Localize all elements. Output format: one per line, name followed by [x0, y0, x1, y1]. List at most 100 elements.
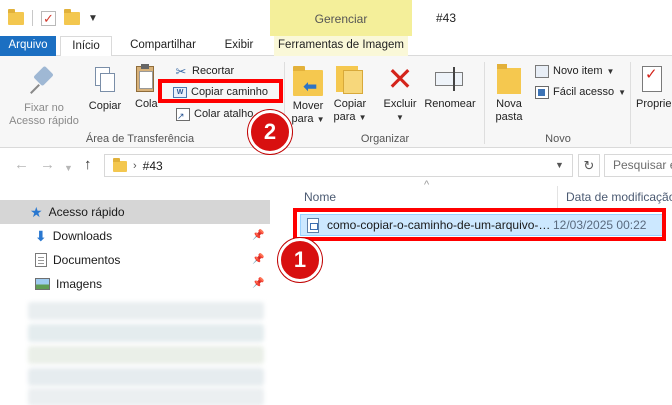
paste-shortcut-button[interactable]: Colar atalho	[176, 106, 254, 125]
chevron-down-icon: ▼	[606, 67, 615, 76]
pin-quick-access-button[interactable]: Fixar no Acesso rápido	[6, 66, 82, 128]
copy-to-icon	[336, 64, 364, 96]
star-icon: ★	[30, 204, 43, 220]
address-input[interactable]: › #43	[104, 154, 573, 177]
address-bar: ← → ▼ ↑ › #43 ▼ ↻ Pesquisar em	[0, 148, 672, 184]
blurred-nav-item	[28, 302, 264, 320]
new-folder-icon	[495, 62, 523, 96]
address-dropdown-icon[interactable]: ▼	[555, 160, 564, 170]
blurred-nav-item	[28, 346, 264, 364]
divider[interactable]	[557, 186, 558, 208]
new-item-icon	[535, 65, 549, 78]
move-to-label-line1: Mover	[292, 100, 324, 112]
paste-icon	[134, 64, 156, 94]
copy-button[interactable]: Copiar	[86, 66, 124, 113]
new-item-button[interactable]: Novo item ▼	[535, 63, 614, 80]
new-group-label: Novo	[545, 133, 571, 145]
delete-label: Excluir	[383, 98, 417, 110]
refresh-icon[interactable]: ↻	[578, 154, 600, 177]
title-bar: ✓ ▼ Gerenciar #43	[0, 0, 672, 36]
properties-check-icon[interactable]: ✓	[41, 10, 56, 26]
folder-icon	[8, 8, 24, 25]
paste-label: Cola	[135, 98, 158, 110]
delete-x-icon: ✕	[386, 61, 414, 97]
chevron-down-icon: ▼	[358, 113, 367, 122]
chevron-down-icon: ▼	[618, 88, 627, 97]
new-item-label: Novo item	[553, 65, 603, 77]
delete-button[interactable]: ✕ Excluir ▼	[380, 61, 420, 124]
nav-item-downloads[interactable]: ⬇ Downloads	[35, 226, 112, 246]
divider	[484, 62, 485, 144]
address-path: #43	[142, 158, 163, 173]
step-badge-1: 1	[278, 238, 322, 282]
copy-to-button[interactable]: Copiar para ▼	[330, 64, 370, 124]
rename-icon	[433, 64, 467, 94]
easy-access-icon	[535, 86, 549, 99]
easy-access-label: Fácil acesso	[553, 86, 615, 98]
column-header-date[interactable]: Data de modificação	[566, 184, 672, 210]
navigation-pane: ★ Acesso rápido ⬇ Downloads 📌 Documentos…	[0, 184, 270, 405]
blurred-nav-item	[28, 324, 264, 342]
new-folder-icon[interactable]	[64, 8, 80, 25]
move-to-label-line2: para	[291, 113, 314, 125]
pin-icon: 📌	[252, 230, 265, 241]
sort-ascending-icon: ^	[424, 179, 430, 191]
copy-to-label-line1: Copiar	[333, 98, 367, 110]
easy-access-button[interactable]: Fácil acesso ▼	[535, 84, 626, 101]
documents-icon	[35, 253, 47, 267]
pin-label-line1: Fixar no	[24, 102, 64, 114]
window-title: #43	[436, 11, 457, 25]
tab-exibir[interactable]: Exibir	[214, 36, 264, 56]
ribbon-tabs: Arquivo Início Compartilhar Exibir Ferra…	[0, 36, 672, 57]
scissors-icon: ✂	[175, 63, 187, 79]
folder-icon	[113, 158, 127, 172]
pin-icon: 📌	[252, 254, 265, 265]
step-badge-2: 2	[248, 110, 292, 154]
clipboard-group-label: Área de Transferência	[85, 133, 195, 145]
documentos-label: Documentos	[53, 253, 121, 267]
column-header-name[interactable]: Nome	[304, 184, 336, 210]
back-arrow-icon[interactable]: ←	[14, 157, 29, 173]
tab-compartilhar[interactable]: Compartilhar	[124, 36, 202, 56]
imagens-label: Imagens	[56, 277, 103, 291]
chevron-down-icon: ▼	[316, 115, 325, 124]
new-folder-label-line2: pasta	[495, 111, 523, 123]
customize-toolbar-arrow-icon[interactable]: ▼	[88, 13, 98, 24]
move-to-button[interactable]: ⬅ Mover para ▼	[288, 64, 328, 126]
tab-arquivo[interactable]: Arquivo	[0, 36, 56, 56]
context-tab-header: Gerenciar	[270, 0, 412, 36]
new-folder-label-line1: Nova	[496, 98, 522, 110]
divider	[630, 62, 631, 144]
properties-icon: ✓	[640, 64, 664, 94]
up-arrow-icon[interactable]: ↑	[84, 157, 92, 173]
move-to-icon: ⬅	[293, 66, 323, 96]
properties-button[interactable]: ✓ Proprie	[636, 64, 672, 111]
paste-button[interactable]: Cola	[130, 64, 160, 111]
quick-access-toolbar: ✓ ▼	[8, 8, 98, 26]
search-input[interactable]: Pesquisar em	[604, 154, 672, 177]
highlight-file-row	[293, 208, 666, 241]
pin-icon	[31, 66, 57, 96]
rename-button[interactable]: Renomear	[422, 64, 478, 111]
nav-item-quick-access-label[interactable]: ★ Acesso rápido	[30, 202, 125, 222]
recent-locations-chevron-icon[interactable]: ▼	[64, 160, 73, 176]
blurred-nav-item	[28, 388, 264, 405]
tab-inicio[interactable]: Início	[60, 36, 112, 57]
downloads-label: Downloads	[52, 229, 113, 243]
highlight-copy-path	[158, 79, 283, 103]
cut-label: Recortar	[192, 65, 235, 77]
forward-arrow-icon[interactable]: →	[40, 157, 55, 173]
pin-label-line2: Acesso rápido	[9, 115, 79, 127]
nav-item-documentos[interactable]: Documentos	[35, 250, 120, 270]
cut-button[interactable]: ✂ Recortar	[174, 63, 235, 80]
chevron-right-icon[interactable]: ›	[133, 160, 137, 172]
new-folder-button[interactable]: Nova pasta	[490, 62, 528, 124]
pin-icon: 📌	[252, 278, 265, 289]
paste-shortcut-label: Colar atalho	[194, 108, 254, 120]
pictures-icon	[35, 278, 50, 290]
organize-group-label: Organizar	[360, 133, 410, 145]
nav-item-imagens[interactable]: Imagens	[35, 274, 102, 294]
ribbon: Fixar no Acesso rápido Copiar Cola ✂ Rec…	[0, 56, 672, 148]
copy-label: Copiar	[88, 100, 122, 112]
tab-ferramentas-de-imagem[interactable]: Ferramentas de Imagem	[274, 36, 408, 56]
